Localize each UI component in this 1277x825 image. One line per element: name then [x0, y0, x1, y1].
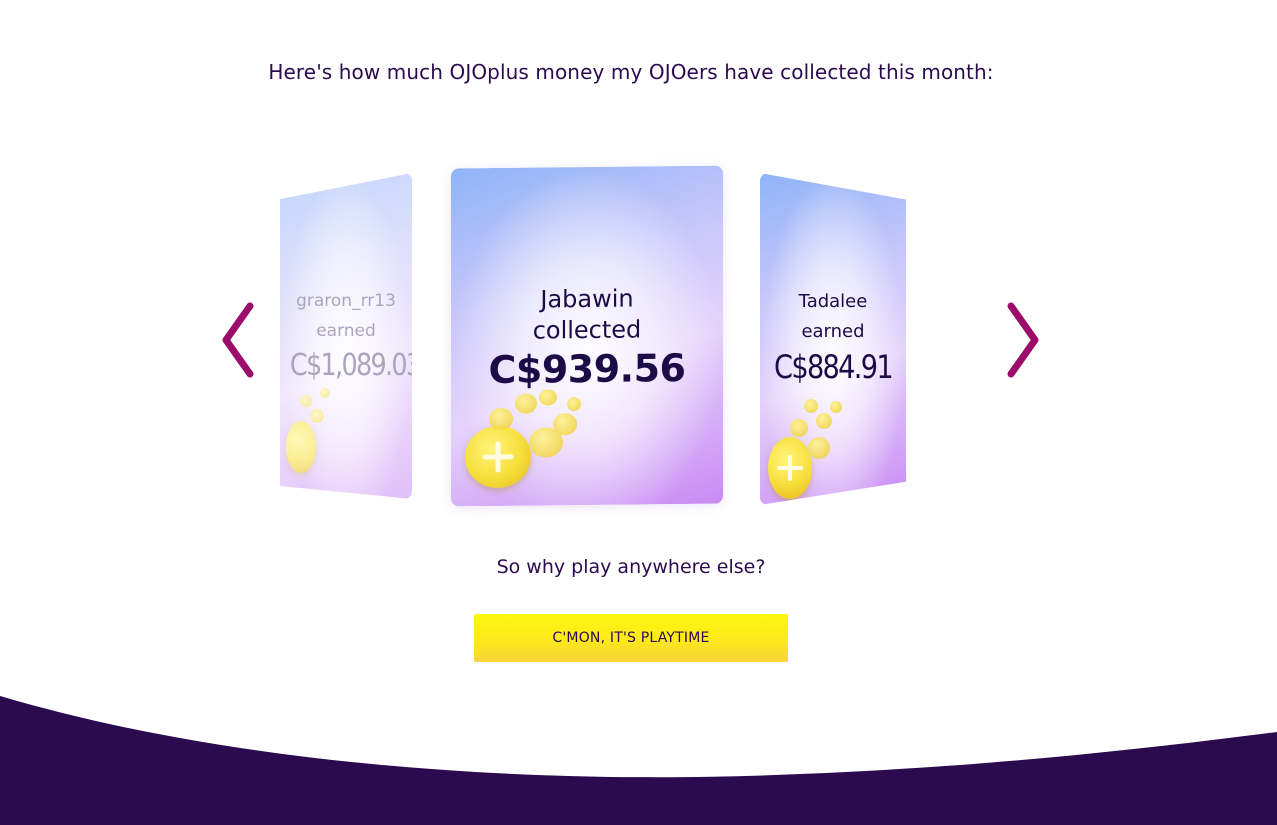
coin-icon: [830, 401, 842, 413]
question-text: So why play anywhere else?: [496, 556, 766, 578]
coin-icon: [489, 407, 513, 431]
coin-icon: [465, 425, 531, 489]
coin-icon: [804, 399, 818, 413]
coin-icon: [768, 437, 812, 499]
coin-icon: [320, 388, 330, 398]
footer-wave: [0, 696, 1277, 825]
carousel: graron_rr13 earned C$1,089.03 Jabawin co…: [0, 160, 1277, 520]
winner-amount: C$939.56: [488, 345, 686, 393]
winner-name: graron_rr13: [296, 291, 396, 311]
coin-icon: [808, 437, 830, 459]
coin-icon: [286, 421, 316, 473]
coin-icon: [790, 419, 808, 437]
winner-name: Jabawin: [540, 284, 634, 314]
coin-icon: [539, 389, 557, 406]
next-arrow-button[interactable]: [1003, 300, 1043, 380]
winner-verb: earned: [801, 321, 865, 342]
coin-icon: [300, 395, 312, 407]
winner-verb: earned: [316, 321, 376, 341]
coin-icon: [515, 393, 537, 414]
play-now-button[interactable]: C'MON, IT'S PLAYTIME: [474, 614, 788, 662]
winner-amount: C$1,089.03: [289, 348, 412, 383]
winner-card-right[interactable]: Tadalee earned C$884.91: [760, 173, 906, 505]
chevron-right-icon: [1007, 302, 1039, 378]
coin-icon: [816, 413, 832, 429]
headline: Here's how much OJOplus money my OJOers …: [268, 60, 994, 84]
winner-verb: collected: [532, 315, 642, 345]
coin-icon: [567, 397, 581, 412]
prev-arrow-button[interactable]: [218, 300, 258, 380]
coin-icon: [310, 409, 324, 423]
winner-card-left[interactable]: graron_rr13 earned C$1,089.03: [280, 173, 412, 499]
winner-name: Tadalee: [798, 291, 868, 312]
winner-amount: C$884.91: [774, 348, 894, 386]
chevron-left-icon: [222, 302, 254, 378]
winner-card-center[interactable]: Jabawin collected C$939.56: [451, 165, 723, 507]
coin-icon: [553, 413, 577, 436]
